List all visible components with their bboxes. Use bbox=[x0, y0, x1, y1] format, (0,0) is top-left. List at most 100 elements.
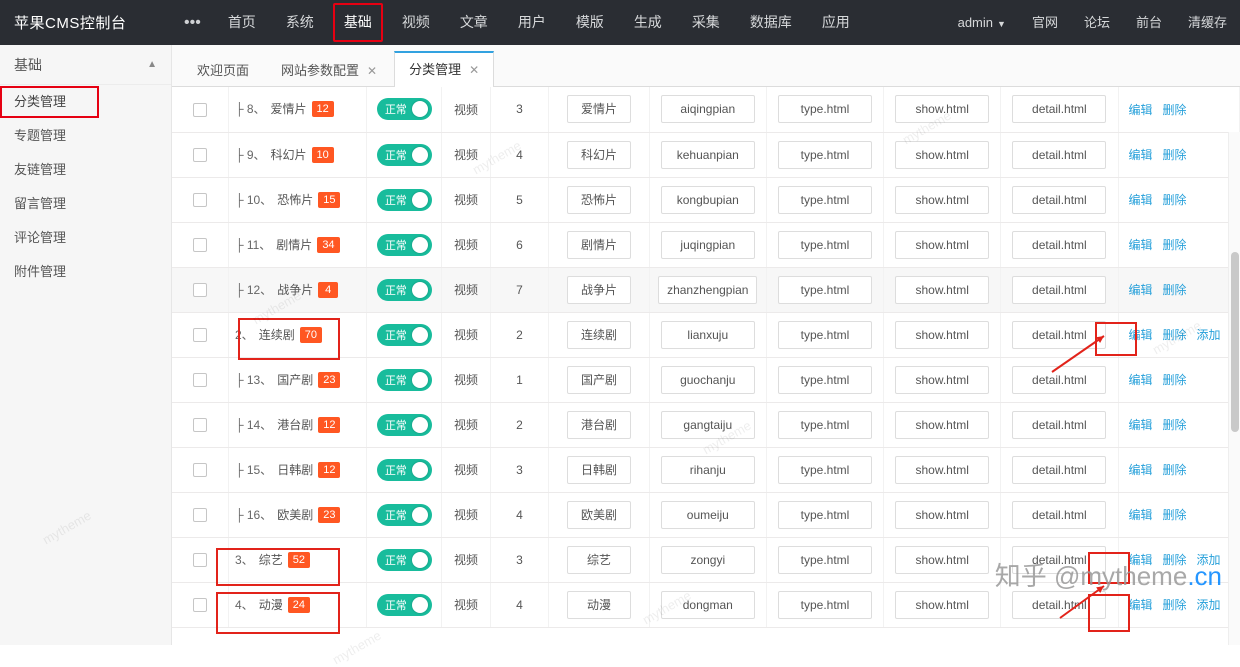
status-toggle[interactable]: 正常 bbox=[376, 143, 432, 166]
row-name[interactable]: 科幻片 bbox=[271, 146, 307, 164]
status-toggle[interactable]: 正常 bbox=[376, 503, 432, 526]
row-checkbox[interactable] bbox=[193, 462, 207, 477]
top-nav-item-5[interactable]: 文章 bbox=[445, 0, 503, 45]
row-show-template-input[interactable]: show.html bbox=[895, 410, 990, 439]
status-toggle[interactable]: 正常 bbox=[376, 548, 432, 571]
status-toggle[interactable]: 正常 bbox=[376, 458, 432, 481]
row-show-template-input[interactable]: show.html bbox=[895, 455, 990, 484]
top-right-item-4[interactable]: 清缓存 bbox=[1175, 0, 1240, 45]
row-detail-template-input[interactable]: detail.html bbox=[1012, 95, 1107, 124]
row-type-template-input[interactable]: type.html bbox=[777, 230, 872, 259]
top-nav-item-4[interactable]: 视频 bbox=[387, 0, 445, 45]
top-right-item-3[interactable]: 前台 bbox=[1123, 0, 1175, 45]
row-checkbox[interactable] bbox=[193, 372, 207, 387]
row-type-template-input[interactable]: type.html bbox=[777, 590, 872, 619]
row-op-edit-link[interactable]: 编辑 bbox=[1129, 281, 1153, 298]
row-checkbox[interactable] bbox=[193, 282, 207, 297]
row-detail-template-input[interactable]: detail.html bbox=[1012, 230, 1107, 259]
row-detail-template-input[interactable]: detail.html bbox=[1012, 185, 1107, 214]
top-nav-item-10[interactable]: 数据库 bbox=[735, 0, 807, 45]
row-title-input[interactable]: 连续剧 bbox=[566, 320, 631, 349]
row-op-delete-link[interactable]: 删除 bbox=[1163, 371, 1187, 388]
row-title-input[interactable]: 欧美剧 bbox=[566, 500, 631, 529]
row-show-template-input[interactable]: show.html bbox=[895, 95, 990, 124]
status-toggle[interactable]: 正常 bbox=[376, 413, 432, 436]
status-toggle[interactable]: 正常 bbox=[376, 368, 432, 391]
top-nav-item-1[interactable]: 首页 bbox=[213, 0, 271, 45]
row-name[interactable]: 恐怖片 bbox=[277, 191, 313, 209]
row-op-edit-link[interactable]: 编辑 bbox=[1129, 371, 1153, 388]
row-op-edit-link[interactable]: 编辑 bbox=[1129, 191, 1153, 208]
row-checkbox[interactable] bbox=[193, 507, 207, 522]
row-op-delete-link[interactable]: 删除 bbox=[1163, 281, 1187, 298]
row-type-template-input[interactable]: type.html bbox=[777, 275, 872, 304]
sidebar-section-header[interactable]: 基础 ▲ bbox=[0, 45, 171, 85]
vertical-scrollbar-thumb[interactable] bbox=[1231, 252, 1239, 432]
close-icon[interactable]: ✕ bbox=[367, 64, 377, 78]
row-type-template-input[interactable]: type.html bbox=[777, 185, 872, 214]
row-checkbox[interactable] bbox=[193, 192, 207, 207]
row-name[interactable]: 欧美剧 bbox=[277, 506, 313, 524]
row-title-input[interactable]: 综艺 bbox=[566, 545, 631, 574]
row-op-edit-link[interactable]: 编辑 bbox=[1129, 551, 1153, 568]
row-op-edit-link[interactable]: 编辑 bbox=[1129, 461, 1153, 478]
top-right-item-1[interactable]: 官网 bbox=[1019, 0, 1071, 45]
row-title-input[interactable]: 港台剧 bbox=[566, 410, 631, 439]
sidebar-item-4[interactable]: 评论管理 bbox=[0, 221, 171, 255]
row-type-template-input[interactable]: type.html bbox=[777, 500, 872, 529]
row-type-template-input[interactable]: type.html bbox=[777, 140, 872, 169]
row-op-edit-link[interactable]: 编辑 bbox=[1129, 101, 1153, 118]
row-type-template-input[interactable]: type.html bbox=[777, 545, 872, 574]
row-op-add-link[interactable]: 添加 bbox=[1197, 596, 1221, 613]
row-op-delete-link[interactable]: 删除 bbox=[1163, 416, 1187, 433]
row-detail-template-input[interactable]: detail.html bbox=[1012, 500, 1107, 529]
row-detail-template-input[interactable]: detail.html bbox=[1012, 410, 1107, 439]
row-op-edit-link[interactable]: 编辑 bbox=[1129, 596, 1153, 613]
row-checkbox[interactable] bbox=[193, 597, 207, 612]
row-en-input[interactable]: kehuanpian bbox=[660, 140, 755, 169]
row-name[interactable]: 港台剧 bbox=[277, 416, 313, 434]
row-type-template-input[interactable]: type.html bbox=[777, 365, 872, 394]
row-name[interactable]: 日韩剧 bbox=[277, 461, 313, 479]
row-checkbox[interactable] bbox=[193, 102, 207, 117]
row-title-input[interactable]: 日韩剧 bbox=[566, 455, 631, 484]
sidebar-item-5[interactable]: 附件管理 bbox=[0, 255, 171, 289]
top-nav-item-6[interactable]: 用户 bbox=[503, 0, 561, 45]
top-nav-item-8[interactable]: 生成 bbox=[619, 0, 677, 45]
vertical-scrollbar[interactable] bbox=[1228, 132, 1240, 645]
row-op-delete-link[interactable]: 删除 bbox=[1163, 461, 1187, 478]
row-show-template-input[interactable]: show.html bbox=[895, 185, 990, 214]
row-op-edit-link[interactable]: 编辑 bbox=[1129, 416, 1153, 433]
row-op-delete-link[interactable]: 删除 bbox=[1163, 506, 1187, 523]
row-show-template-input[interactable]: show.html bbox=[895, 140, 990, 169]
row-title-input[interactable]: 战争片 bbox=[566, 275, 631, 304]
row-show-template-input[interactable]: show.html bbox=[895, 230, 990, 259]
row-en-input[interactable]: oumeiju bbox=[660, 500, 755, 529]
top-nav-item-3[interactable]: 基础 bbox=[329, 0, 387, 45]
top-nav-item-9[interactable]: 采集 bbox=[677, 0, 735, 45]
row-name[interactable]: 连续剧 bbox=[259, 326, 295, 344]
row-name[interactable]: 动漫 bbox=[259, 596, 283, 614]
top-right-item-2[interactable]: 论坛 bbox=[1071, 0, 1123, 45]
row-title-input[interactable]: 剧情片 bbox=[566, 230, 631, 259]
row-op-delete-link[interactable]: 删除 bbox=[1163, 146, 1187, 163]
row-type-template-input[interactable]: type.html bbox=[777, 320, 872, 349]
status-toggle[interactable]: 正常 bbox=[376, 98, 432, 121]
status-toggle[interactable]: 正常 bbox=[376, 593, 432, 616]
row-title-input[interactable]: 动漫 bbox=[566, 590, 631, 619]
row-op-delete-link[interactable]: 删除 bbox=[1163, 191, 1187, 208]
row-detail-template-input[interactable]: detail.html bbox=[1012, 545, 1107, 574]
row-op-delete-link[interactable]: 删除 bbox=[1163, 326, 1187, 343]
row-op-delete-link[interactable]: 删除 bbox=[1163, 101, 1187, 118]
row-op-edit-link[interactable]: 编辑 bbox=[1129, 326, 1153, 343]
row-show-template-input[interactable]: show.html bbox=[895, 500, 990, 529]
row-name[interactable]: 爱情片 bbox=[271, 100, 307, 118]
row-checkbox[interactable] bbox=[193, 417, 207, 432]
row-op-add-link[interactable]: 添加 bbox=[1197, 551, 1221, 568]
row-show-template-input[interactable]: show.html bbox=[895, 545, 990, 574]
top-right-item-0[interactable]: admin ▼ bbox=[945, 0, 1019, 45]
row-name[interactable]: 剧情片 bbox=[276, 236, 312, 254]
row-op-delete-link[interactable]: 删除 bbox=[1163, 551, 1187, 568]
row-op-add-link[interactable]: 添加 bbox=[1197, 326, 1221, 343]
close-icon[interactable]: ✕ bbox=[469, 63, 479, 77]
